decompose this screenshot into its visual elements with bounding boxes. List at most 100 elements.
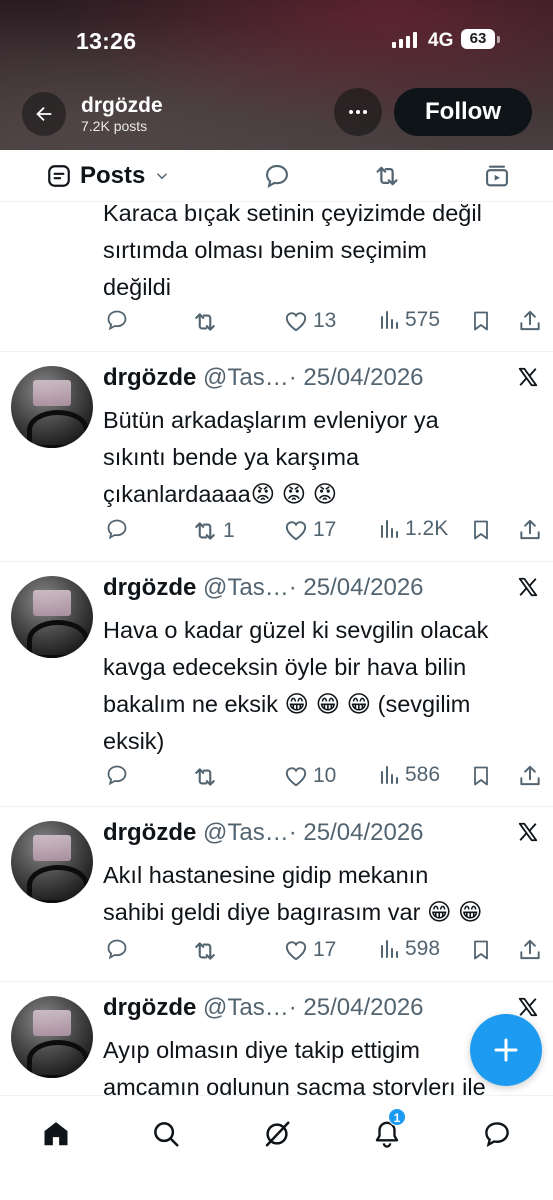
views-button[interactable]: 598 [377,937,440,961]
retweet-button[interactable]: 1 [191,517,235,545]
bookmark-button[interactable] [469,763,493,789]
tweet[interactable]: drgözde @Tas…· 25/04/2026 Ayıp olmasın d… [0,982,553,1095]
media-icon [486,165,508,187]
like-count: 13 [313,309,337,332]
posts-feed: Karaca bıçak setinin çeyizimde değil sır… [0,202,553,1095]
views-count: 598 [405,937,441,960]
views-button[interactable]: 575 [377,308,440,332]
bookmark-button[interactable] [469,937,493,963]
status-bar: 13:26 4G 63 [0,26,553,56]
retweet-icon [195,942,215,960]
profile-header: 13:26 4G 63 drgözde 7.2K posts Follow [0,0,553,150]
views-icon [381,311,398,329]
like-icon [285,767,307,787]
nav-search[interactable] [146,1114,186,1154]
bookmark-icon [474,520,488,540]
profile-name: drgözde [81,94,163,117]
views-count: 586 [405,763,441,786]
follow-button[interactable]: Follow [394,88,532,136]
tweet-text: Hava o kadar güzel ki sevgilin olacak ka… [103,617,489,754]
avatar[interactable] [11,996,93,1078]
profile-nav-row: drgözde 7.2K posts Follow [0,86,553,142]
home-icon [44,1122,68,1146]
tweet-date: 25/04/2026 [303,364,424,391]
reply-button[interactable] [105,937,129,961]
reply-icon [107,519,127,540]
tweet[interactable]: Karaca bıçak setinin çeyizimde değil sır… [0,202,553,352]
author-name[interactable]: drgözde [103,574,196,601]
x-logo-icon [518,577,538,597]
battery-icon: 63 [461,29,495,49]
author-name[interactable]: drgözde [103,994,196,1021]
reply-button[interactable] [105,308,129,332]
tab-replies[interactable] [261,150,293,202]
x-logo-icon [518,822,538,842]
nav-notifications[interactable]: 1 [367,1108,407,1154]
more-button[interactable] [334,88,382,136]
profile-tabs: Posts [0,150,553,202]
tab-posts[interactable]: Posts [46,150,171,202]
bookmark-button[interactable] [469,517,493,543]
views-button[interactable]: 586 [377,763,440,787]
tweet-text: Bütün arkadaşlarım evleniyor ya sıkıntı … [103,407,439,507]
author-handle[interactable]: @Tas… [203,364,289,391]
tweet[interactable]: drgözde @Tas…· 25/04/2026 Hava o kadar g… [0,562,553,807]
bottom-nav: 1 [0,1095,553,1200]
tweet-header: drgözde @Tas…· 25/04/2026 [103,364,424,392]
like-count: 17 [313,938,337,961]
author-handle[interactable]: @Tas… [203,819,289,846]
like-icon [285,312,307,332]
bookmark-icon [474,940,488,960]
share-icon [520,310,540,331]
author-handle[interactable]: @Tas… [203,994,289,1021]
retweet-count: 1 [223,519,235,542]
reply-button[interactable] [105,517,129,541]
reply-button[interactable] [105,763,129,787]
tab-media[interactable] [482,150,512,202]
back-button[interactable] [22,92,66,136]
share-button[interactable] [517,937,543,963]
nav-messages[interactable] [477,1114,517,1154]
compose-button[interactable] [470,1014,542,1086]
share-button[interactable] [517,763,543,789]
bookmark-button[interactable] [469,308,493,334]
nav-home[interactable] [36,1114,76,1154]
avatar[interactable] [11,366,93,448]
more-icon [349,110,367,114]
separator: · [288,819,297,846]
bookmark-icon [474,311,488,331]
views-count: 1.2K [405,517,449,540]
posts-icon [48,165,70,187]
tweet[interactable]: drgözde @Tas…· 25/04/2026 Akıl hastanesi… [0,807,553,982]
author-name[interactable]: drgözde [103,364,196,391]
like-count: 10 [313,764,337,787]
like-button[interactable]: 17 [283,517,336,543]
status-time: 13:26 [76,28,137,54]
avatar[interactable] [11,821,93,903]
retweet-button[interactable] [191,308,223,336]
share-button[interactable] [517,308,543,334]
retweet-icon [376,166,398,186]
like-icon [285,521,307,541]
tab-posts-label: Posts [80,162,146,189]
like-count: 17 [313,518,337,541]
separator: · [288,364,297,391]
tab-reposts[interactable] [370,150,404,202]
back-arrow-icon [36,106,52,122]
x-logo-icon [518,997,538,1017]
views-icon [381,940,398,958]
retweet-button[interactable] [191,763,223,791]
like-button[interactable]: 13 [283,308,336,334]
like-button[interactable]: 17 [283,937,336,963]
nav-grok[interactable] [257,1114,297,1154]
views-button[interactable]: 1.2K [377,517,448,541]
tweet[interactable]: drgözde @Tas…· 25/04/2026 Bütün arkadaşl… [0,352,553,562]
share-button[interactable] [517,517,543,543]
author-handle[interactable]: @Tas… [203,574,289,601]
like-button[interactable]: 10 [283,763,336,789]
bookmark-icon [474,766,488,786]
search-icon [154,1122,179,1147]
retweet-button[interactable] [191,937,223,965]
author-name[interactable]: drgözde [103,819,196,846]
avatar[interactable] [11,576,93,658]
